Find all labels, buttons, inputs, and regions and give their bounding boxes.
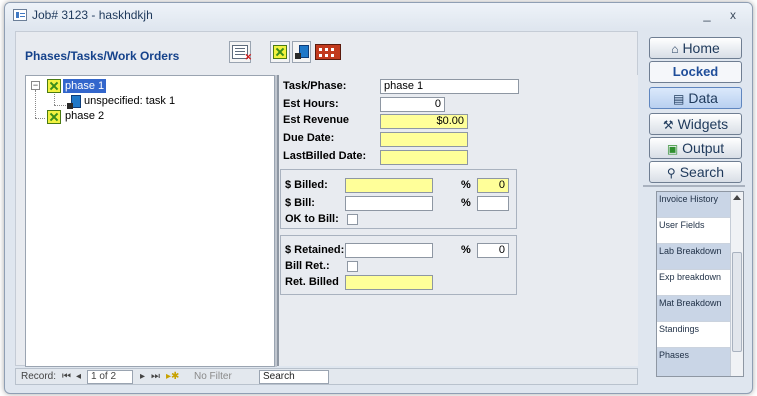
add-work-order-icon — [315, 44, 341, 60]
locked-button[interactable]: Locked — [649, 61, 742, 83]
retained-billed-label: Ret. Billed — [285, 276, 339, 288]
section-title: Phases/Tasks/Work Orders — [25, 49, 180, 63]
filter-status[interactable]: No Filter — [194, 371, 232, 383]
est-hours-label: Est Hours: — [283, 98, 339, 110]
list-item-phases[interactable]: Phases — [657, 348, 731, 376]
ok-to-bill-label: OK to Bill: — [285, 213, 339, 225]
task-phase-field[interactable]: phase 1 — [380, 79, 519, 94]
data-button[interactable]: ▤ Data — [649, 87, 742, 109]
new-record-button[interactable]: ▸✱ — [166, 371, 179, 383]
output-icon: ▣ — [666, 142, 679, 156]
retained-field[interactable] — [345, 243, 433, 258]
tree-item-task-1[interactable]: unspecified: task 1 — [26, 94, 186, 109]
add-phase-icon — [273, 45, 287, 59]
est-hours-field[interactable]: 0 — [380, 97, 445, 112]
record-search-box[interactable]: Search — [259, 370, 329, 384]
billed-percent-label: % — [461, 179, 471, 191]
tree-item-label: phase 1 — [63, 79, 107, 93]
record-navigation-bar: Record: ⏮ ◂ 1 of 2 ▸ ⏭ ▸✱ No Filter Sear… — [15, 368, 638, 385]
record-position-field[interactable]: 1 of 2 — [87, 370, 133, 384]
widgets-icon: ⚒ — [662, 118, 674, 132]
bill-retained-checkbox[interactable] — [347, 261, 358, 272]
search-button[interactable]: ⚲ Search — [649, 161, 742, 183]
retained-label: $ Retained: — [285, 244, 345, 256]
ok-to-bill-checkbox[interactable] — [347, 214, 358, 225]
minimize-button[interactable]: _ — [696, 6, 718, 24]
bill-retained-label: Bill Ret.: — [285, 260, 330, 272]
add-work-order-button[interactable] — [313, 41, 343, 63]
task-icon — [67, 95, 81, 109]
est-revenue-label: Est Revenue — [283, 114, 350, 126]
list-scrollbar[interactable] — [730, 192, 743, 376]
phase-icon — [47, 110, 61, 124]
panel-divider — [643, 185, 745, 187]
tree-item-phase-1[interactable]: − phase 1 — [26, 79, 126, 93]
bill-field[interactable] — [345, 196, 433, 211]
record-label: Record: — [21, 371, 57, 382]
search-icon: ⚲ — [666, 166, 676, 180]
phase-tree[interactable]: − phase 1 unspecified: task 1 phase 2 — [25, 75, 275, 367]
retained-percent-field[interactable]: 0 — [477, 243, 509, 258]
billed-label: $ Billed: — [285, 179, 328, 191]
home-icon: ⌂ — [671, 42, 679, 56]
search-button-label: Search — [679, 164, 725, 180]
first-record-button[interactable]: ⏮ — [62, 371, 71, 383]
previous-record-button[interactable]: ◂ — [76, 371, 81, 383]
add-task-button[interactable] — [292, 41, 311, 63]
billed-field[interactable] — [345, 178, 433, 193]
home-button[interactable]: ⌂ Home — [649, 37, 742, 59]
home-button-label: Home — [682, 40, 720, 56]
title-bar[interactable]: Job# 3123 - haskhdkjh _ x — [5, 3, 752, 29]
delete-item-button[interactable] — [229, 41, 252, 63]
due-date-field[interactable] — [380, 132, 468, 147]
data-button-label: Data — [688, 90, 718, 106]
bill-percent-field[interactable] — [477, 196, 509, 211]
billing-group: $ Billed: % 0 $ Bill: % OK to Bill: — [280, 169, 517, 229]
list-item-exp-breakdown[interactable]: Exp breakdown — [657, 270, 731, 296]
tree-item-label: phase 2 — [65, 110, 105, 122]
retained-billed-field[interactable] — [345, 275, 433, 290]
scroll-thumb[interactable] — [732, 252, 742, 352]
scroll-up-icon[interactable] — [733, 195, 741, 200]
tree-collapse-toggle[interactable]: − — [31, 81, 40, 90]
output-button[interactable]: ▣ Output — [649, 137, 742, 159]
bill-percent-label: % — [461, 197, 471, 209]
next-record-button[interactable]: ▸ — [140, 371, 145, 383]
delete-item-icon — [232, 45, 252, 63]
last-billed-date-field[interactable] — [380, 150, 468, 165]
section-list[interactable]: Invoice History User Fields Lab Breakdow… — [656, 191, 744, 377]
list-item-user-fields[interactable]: User Fields — [657, 218, 731, 244]
tree-item-phase-2[interactable]: phase 2 — [26, 109, 126, 124]
bill-label: $ Bill: — [285, 197, 315, 209]
widgets-button-label: Widgets — [677, 116, 729, 132]
retainage-group: $ Retained: % 0 Bill Ret.: Ret. Billed — [280, 235, 517, 295]
list-item-lab-breakdown[interactable]: Lab Breakdown — [657, 244, 731, 270]
list-item-invoice-history[interactable]: Invoice History — [657, 192, 731, 218]
last-billed-date-label: LastBilled Date: — [283, 150, 367, 162]
list-item-standings[interactable]: Standings — [657, 322, 731, 348]
data-icon: ▤ — [673, 92, 685, 106]
detail-panel: Task/Phase: phase 1 Est Hours: 0 Est Rev… — [277, 75, 638, 366]
add-task-icon — [295, 45, 309, 59]
navigation-panel: ⌂ Home Locked ▤ Data ⚒ Widgets ▣ Output ⚲ Sea… — [643, 31, 747, 385]
job-window: Job# 3123 - haskhdkjh _ x Phases/Tasks/W… — [4, 2, 753, 394]
output-button-label: Output — [682, 140, 725, 156]
list-item-mat-breakdown[interactable]: Mat Breakdown — [657, 296, 731, 322]
add-phase-button[interactable] — [270, 41, 290, 63]
last-record-button[interactable]: ⏭ — [151, 371, 160, 383]
task-phase-label: Task/Phase: — [283, 80, 347, 92]
due-date-label: Due Date: — [283, 132, 335, 144]
retained-percent-label: % — [461, 244, 471, 256]
form-icon — [13, 9, 27, 21]
main-content: Phases/Tasks/Work Orders − phase 1 — [15, 31, 638, 367]
widgets-button[interactable]: ⚒ Widgets — [649, 113, 742, 135]
billed-percent-field[interactable]: 0 — [477, 178, 509, 193]
close-button[interactable]: x — [722, 6, 744, 24]
window-title: Job# 3123 - haskhdkjh — [32, 8, 153, 22]
tree-item-label: unspecified: task 1 — [84, 95, 176, 107]
est-revenue-field[interactable]: $0.00 — [380, 114, 468, 129]
phase-icon — [47, 79, 61, 93]
